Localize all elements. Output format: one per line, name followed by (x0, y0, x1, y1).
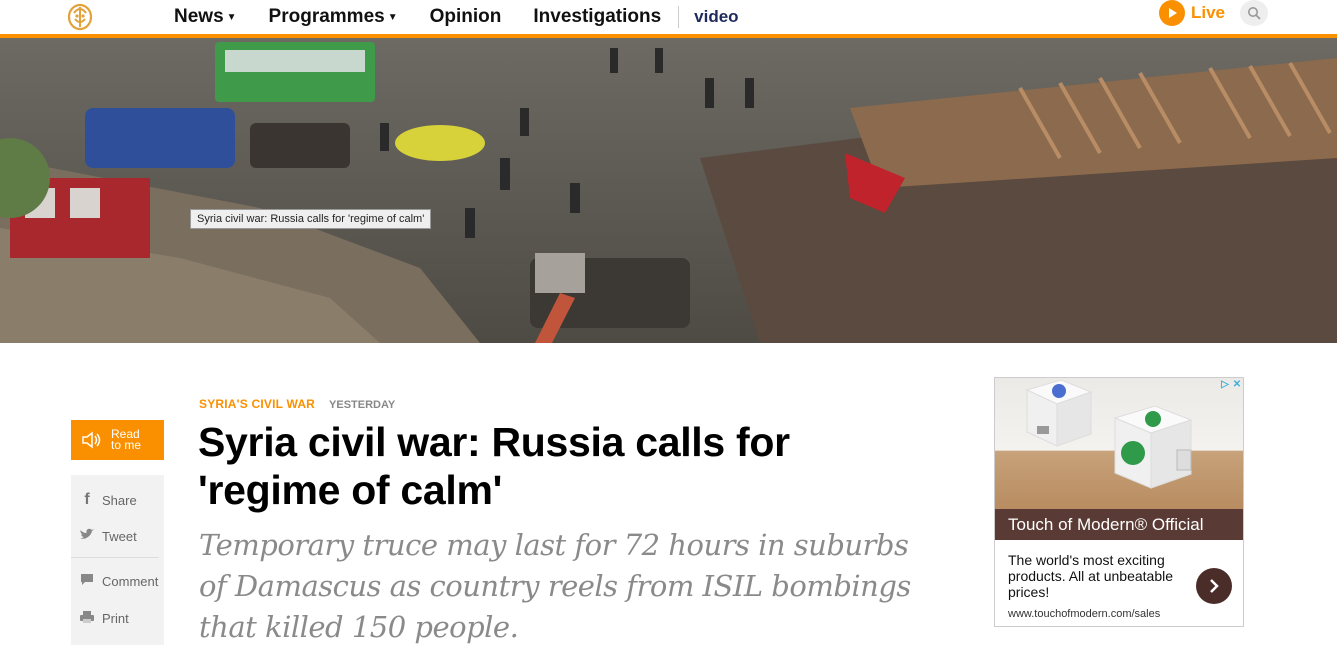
adchoices-icon[interactable]: ▷ (1219, 379, 1231, 391)
print-button[interactable]: Print (77, 610, 129, 627)
share-facebook-button[interactable]: f Share (77, 491, 137, 509)
article-headline: Syria civil war: Russia calls for 'regim… (198, 419, 790, 513)
read-label-line2: to me (111, 438, 142, 452)
article-kicker: SYRIA'S CIVIL WAR YESTERDAY (199, 397, 395, 411)
search-icon (1248, 7, 1261, 20)
print-icon (77, 610, 97, 627)
read-to-me-label: Read to me (111, 428, 151, 452)
comment-button[interactable]: Comment (77, 573, 158, 589)
nav-programmes[interactable]: Programmes ▼ (269, 6, 398, 28)
nav-video[interactable]: video (678, 6, 739, 28)
article-standfirst: Temporary truce may last for 72 hours in… (199, 528, 911, 644)
nav-news[interactable]: News ▼ (174, 6, 237, 28)
read-to-me-button[interactable]: Read to me (71, 420, 164, 460)
nav-video-label: video (694, 7, 739, 26)
speaker-icon (82, 431, 101, 449)
nav-news-label: News (174, 6, 224, 27)
ad-copy: The world's most exciting products. All … (1008, 552, 1174, 600)
nav-programmes-label: Programmes (268, 6, 385, 27)
facebook-icon: f (84, 491, 90, 508)
comment-icon (77, 573, 97, 589)
tweet-label: Tweet (102, 528, 137, 544)
publish-date: YESTERDAY (329, 399, 396, 411)
ad-choices[interactable]: ▷ ✕ (1219, 379, 1243, 391)
live-label: Live (1191, 3, 1226, 22)
main-nav: News ▼ Programmes ▼ Opinion Investigatio… (174, 0, 771, 34)
search-button[interactable] (1240, 0, 1268, 26)
chevron-right-icon (1210, 579, 1219, 593)
twitter-icon (77, 528, 97, 544)
comment-label: Comment (102, 573, 159, 589)
topic-link[interactable]: SYRIA'S CIVIL WAR (199, 397, 315, 411)
nav-opinion[interactable]: Opinion (430, 6, 502, 28)
live-button[interactable]: Live (1159, 0, 1225, 26)
hero-image-tooltip: Syria civil war: Russia calls for 'regim… (190, 209, 432, 229)
share-label: Share (102, 492, 137, 508)
close-icon[interactable]: ✕ (1231, 379, 1243, 391)
nav-investigations-label: Investigations (533, 6, 662, 27)
rail-divider (71, 557, 159, 558)
ad-url: www.touchofmodern.com/sales (1008, 608, 1161, 620)
caret-down-icon: ▼ (387, 11, 398, 23)
caret-down-icon: ▼ (226, 11, 237, 23)
al-jazeera-logo[interactable] (66, 1, 94, 31)
ad-brand: Touch of Modern® Official (995, 509, 1243, 540)
ad-next-button[interactable] (1196, 568, 1232, 604)
advertisement[interactable]: ▷ ✕ Touch of Modern® Official The world'… (994, 377, 1244, 627)
share-twitter-button[interactable]: Tweet (77, 528, 137, 544)
share-rail: f Share Tweet Comment Print (71, 475, 164, 645)
play-icon (1159, 0, 1185, 26)
hero-image: Syria civil war: Russia calls for 'regim… (0, 38, 1337, 343)
hero-photo-illustration (0, 38, 1337, 343)
ad-product-image: ▷ ✕ (995, 378, 1243, 509)
nav-investigations[interactable]: Investigations (533, 6, 661, 28)
print-label: Print (102, 611, 129, 626)
nav-opinion-label: Opinion (429, 6, 502, 27)
site-header: News ▼ Programmes ▼ Opinion Investigatio… (0, 0, 1337, 34)
